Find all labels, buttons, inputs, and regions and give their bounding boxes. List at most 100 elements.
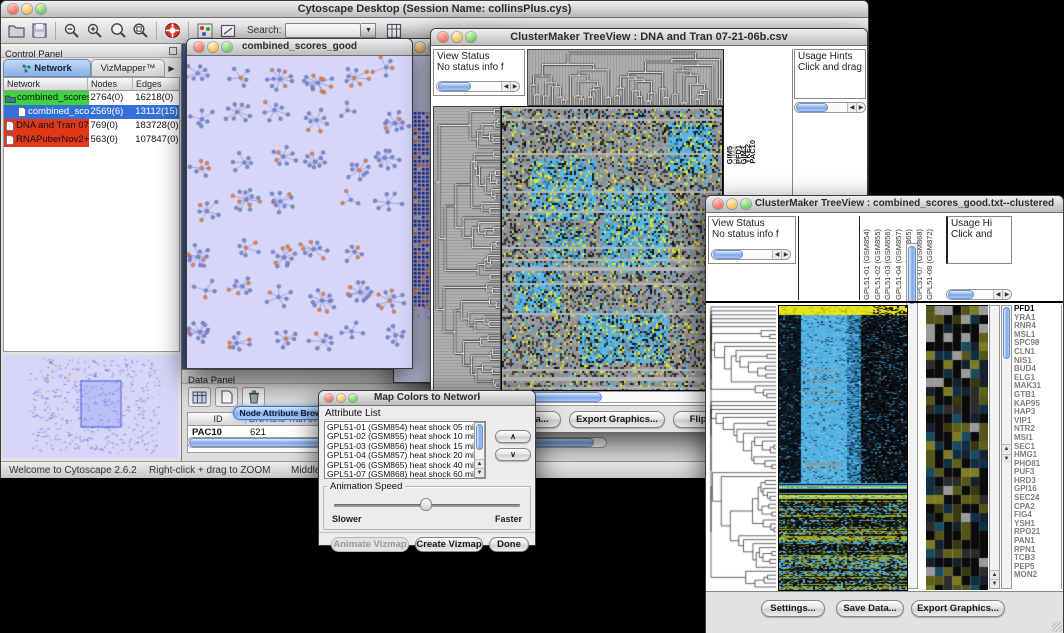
tv2-status-hscrollbar[interactable]: ◀▶ — [711, 249, 791, 260]
float-panel-icon[interactable] — [169, 47, 177, 55]
animate-vizmap-button[interactable]: Animate Vizmap — [331, 537, 409, 552]
network-table-header[interactable]: Network Nodes Edges — [4, 78, 179, 91]
tv1-status-hscrollbar[interactable]: ◀▶ — [436, 81, 520, 92]
create-vizmap-button[interactable]: Create Vizmap — [415, 537, 483, 552]
attribute-list-item[interactable]: GPL51-07 (GSM868) heat shock 60 min — [327, 470, 483, 479]
tab-vizmapper[interactable]: VizMapper™ — [91, 59, 165, 77]
slower-label: Slower — [332, 514, 362, 524]
treeview2-titlebar[interactable]: ClusterMaker TreeView : combined_scores_… — [706, 196, 1063, 213]
tv2-settings-button[interactable]: Settings... — [761, 600, 825, 617]
close-icon[interactable] — [713, 199, 723, 209]
tv1-row-dendrogram[interactable] — [433, 106, 501, 391]
minimize-icon[interactable] — [727, 199, 737, 209]
zoom-window-icon[interactable] — [349, 394, 357, 402]
search-dropdown-icon[interactable]: ▼ — [361, 23, 376, 38]
tv1-column-dendrogram[interactable] — [527, 49, 725, 106]
tab-overflow-icon[interactable]: ▶ — [165, 59, 178, 77]
tv2-heatmap[interactable] — [778, 305, 908, 591]
dialog-titlebar[interactable]: Map Colors to Network — [319, 391, 535, 406]
treeview2-window: ClusterMaker TreeView : combined_scores_… — [705, 195, 1064, 633]
minimize-icon[interactable] — [415, 42, 425, 52]
zoom-out-icon[interactable] — [60, 21, 83, 41]
done-button[interactable]: Done — [489, 537, 529, 552]
attribute-listbox[interactable]: GPL51-01 (GSM854) heat shock 05 minGPL51… — [324, 421, 486, 479]
zoom-selected-icon[interactable] — [106, 21, 129, 41]
tv2-export-graphics-button[interactable]: Export Graphics... — [911, 600, 1005, 617]
network-nodes-count: 2764(0) — [89, 91, 134, 105]
network-nodes-count: 2569(6) — [89, 105, 134, 119]
close-icon[interactable] — [438, 32, 448, 42]
tv2-zoomed-heatmap[interactable] — [926, 305, 988, 590]
dialog-title: Map Colors to Network — [374, 392, 480, 403]
tv2-button-bar: Settings... Save Data... Export Graphics… — [706, 591, 1063, 633]
move-up-button[interactable]: ∧ — [495, 430, 531, 443]
zoom-window-icon[interactable] — [466, 32, 476, 42]
network-name: combined_scores — [17, 91, 89, 105]
status-welcome: Welcome to Cytoscape 2.6.2 — [9, 465, 137, 476]
attribute-list-label: Attribute List — [325, 408, 381, 419]
tv2-column-label: GPL51-01 (GSM854) — [863, 229, 874, 300]
tv2-save-data-button[interactable]: Save Data... — [836, 600, 904, 617]
network-tab-icon — [22, 64, 31, 73]
tv2-gene-list[interactable]: PFD1YRA1RNR4MSL1SPC98CLN1NIS1BUD4ELG1MAK… — [1014, 305, 1062, 589]
map-colors-dialog: Map Colors to Network Attribute List GPL… — [318, 390, 536, 546]
network-name: DNA and Tran 07 — [16, 119, 89, 133]
main-titlebar[interactable]: Cytoscape Desktop (Session Name: collins… — [1, 1, 868, 18]
control-panel: Control Panel Network VizMapper™ ▶ Netwo… — [1, 44, 182, 461]
network-name: combined_sco — [28, 105, 89, 119]
tv2-view-status: View Status No status info f ◀▶ — [708, 216, 796, 264]
search-label: Search: — [247, 25, 281, 36]
move-down-button[interactable]: ∨ — [495, 448, 531, 461]
network-list-row[interactable]: combined_scores2764(0)16218(0) — [4, 91, 179, 105]
tv1-view-status: View Status No status info f ◀▶ — [433, 49, 525, 96]
window-controls[interactable] — [8, 4, 46, 14]
tab-network[interactable]: Network — [3, 59, 91, 77]
treeview1-title: ClusterMaker TreeView : DNA and Tran 07-… — [486, 31, 812, 43]
tv1-heatmap[interactable] — [501, 106, 723, 391]
zoom-fit-icon[interactable] — [129, 21, 152, 41]
attribute-select-icon[interactable] — [188, 387, 211, 407]
network-list-row[interactable]: RNAPuberNov2+563(0)107847(0) — [4, 133, 179, 147]
close-icon[interactable] — [8, 4, 18, 14]
treeview1-titlebar[interactable]: ClusterMaker TreeView : DNA and Tran 07-… — [431, 29, 867, 46]
zoom-window-icon[interactable] — [222, 42, 232, 52]
minimize-icon[interactable] — [337, 394, 345, 402]
minimize-icon[interactable] — [22, 4, 32, 14]
tv2-column-tree-area[interactable] — [798, 216, 860, 300]
network-edges-count: 16218(0) — [133, 91, 179, 105]
speed-slider-thumb[interactable] — [420, 498, 432, 511]
network-overview-thumbnail[interactable] — [3, 355, 178, 458]
network-list-row[interactable]: DNA and Tran 07769(0)183728(0) — [4, 119, 179, 133]
network-list-row[interactable]: combined_sco2569(6)13112(15) — [4, 105, 179, 119]
tv2-genelist-vscrollbar[interactable]: ▲ ▼ — [1001, 305, 1012, 589]
zoom-in-icon[interactable] — [83, 21, 106, 41]
tv1-usage-hints: Usage Hints Click and drag tc — [794, 49, 866, 99]
tv1-usage-hscrollbar[interactable]: ◀▶ — [794, 102, 866, 113]
tv1-export-graphics-button[interactable]: Export Graphics... — [569, 411, 665, 428]
network1-canvas[interactable] — [187, 56, 412, 368]
main-window-title: Cytoscape Desktop (Session Name: collins… — [56, 3, 813, 15]
minimize-icon[interactable] — [452, 32, 462, 42]
tv2-row-dendrogram[interactable] — [708, 305, 776, 589]
search-input[interactable] — [285, 23, 361, 38]
network-table: Network Nodes Edges combined_scores2764(… — [3, 77, 180, 352]
new-attribute-icon[interactable] — [215, 387, 238, 407]
open-icon[interactable] — [5, 21, 28, 41]
network1-titlebar[interactable]: combined_scores_good.txt--cluste... — [187, 39, 412, 56]
help-lifesaver-icon[interactable] — [161, 21, 184, 41]
save-icon[interactable] — [28, 21, 51, 41]
close-icon[interactable] — [194, 42, 204, 52]
resize-grip[interactable] — [1052, 622, 1062, 632]
tv2-usage-hints: Usage Hi Click and — [946, 216, 1012, 264]
attribute-list-vscrollbar[interactable]: ▲▼ — [474, 422, 485, 478]
minimize-icon[interactable] — [208, 42, 218, 52]
zoom-window-icon[interactable] — [36, 4, 46, 14]
tv1-column-label: PAC10 — [749, 140, 754, 164]
tv2-usage-hscrollbar[interactable]: ◀▶ — [946, 289, 1012, 300]
zoom-window-icon[interactable] — [741, 199, 751, 209]
tv2-gene-label[interactable]: MON2 — [1014, 571, 1061, 580]
close-icon[interactable] — [325, 394, 333, 402]
tv2-zoom-vscrollbar[interactable]: ▲▼ — [989, 305, 1000, 589]
delete-attribute-icon[interactable] — [242, 387, 265, 407]
network1-title: combined_scores_good.txt--cluste... — [242, 41, 357, 52]
